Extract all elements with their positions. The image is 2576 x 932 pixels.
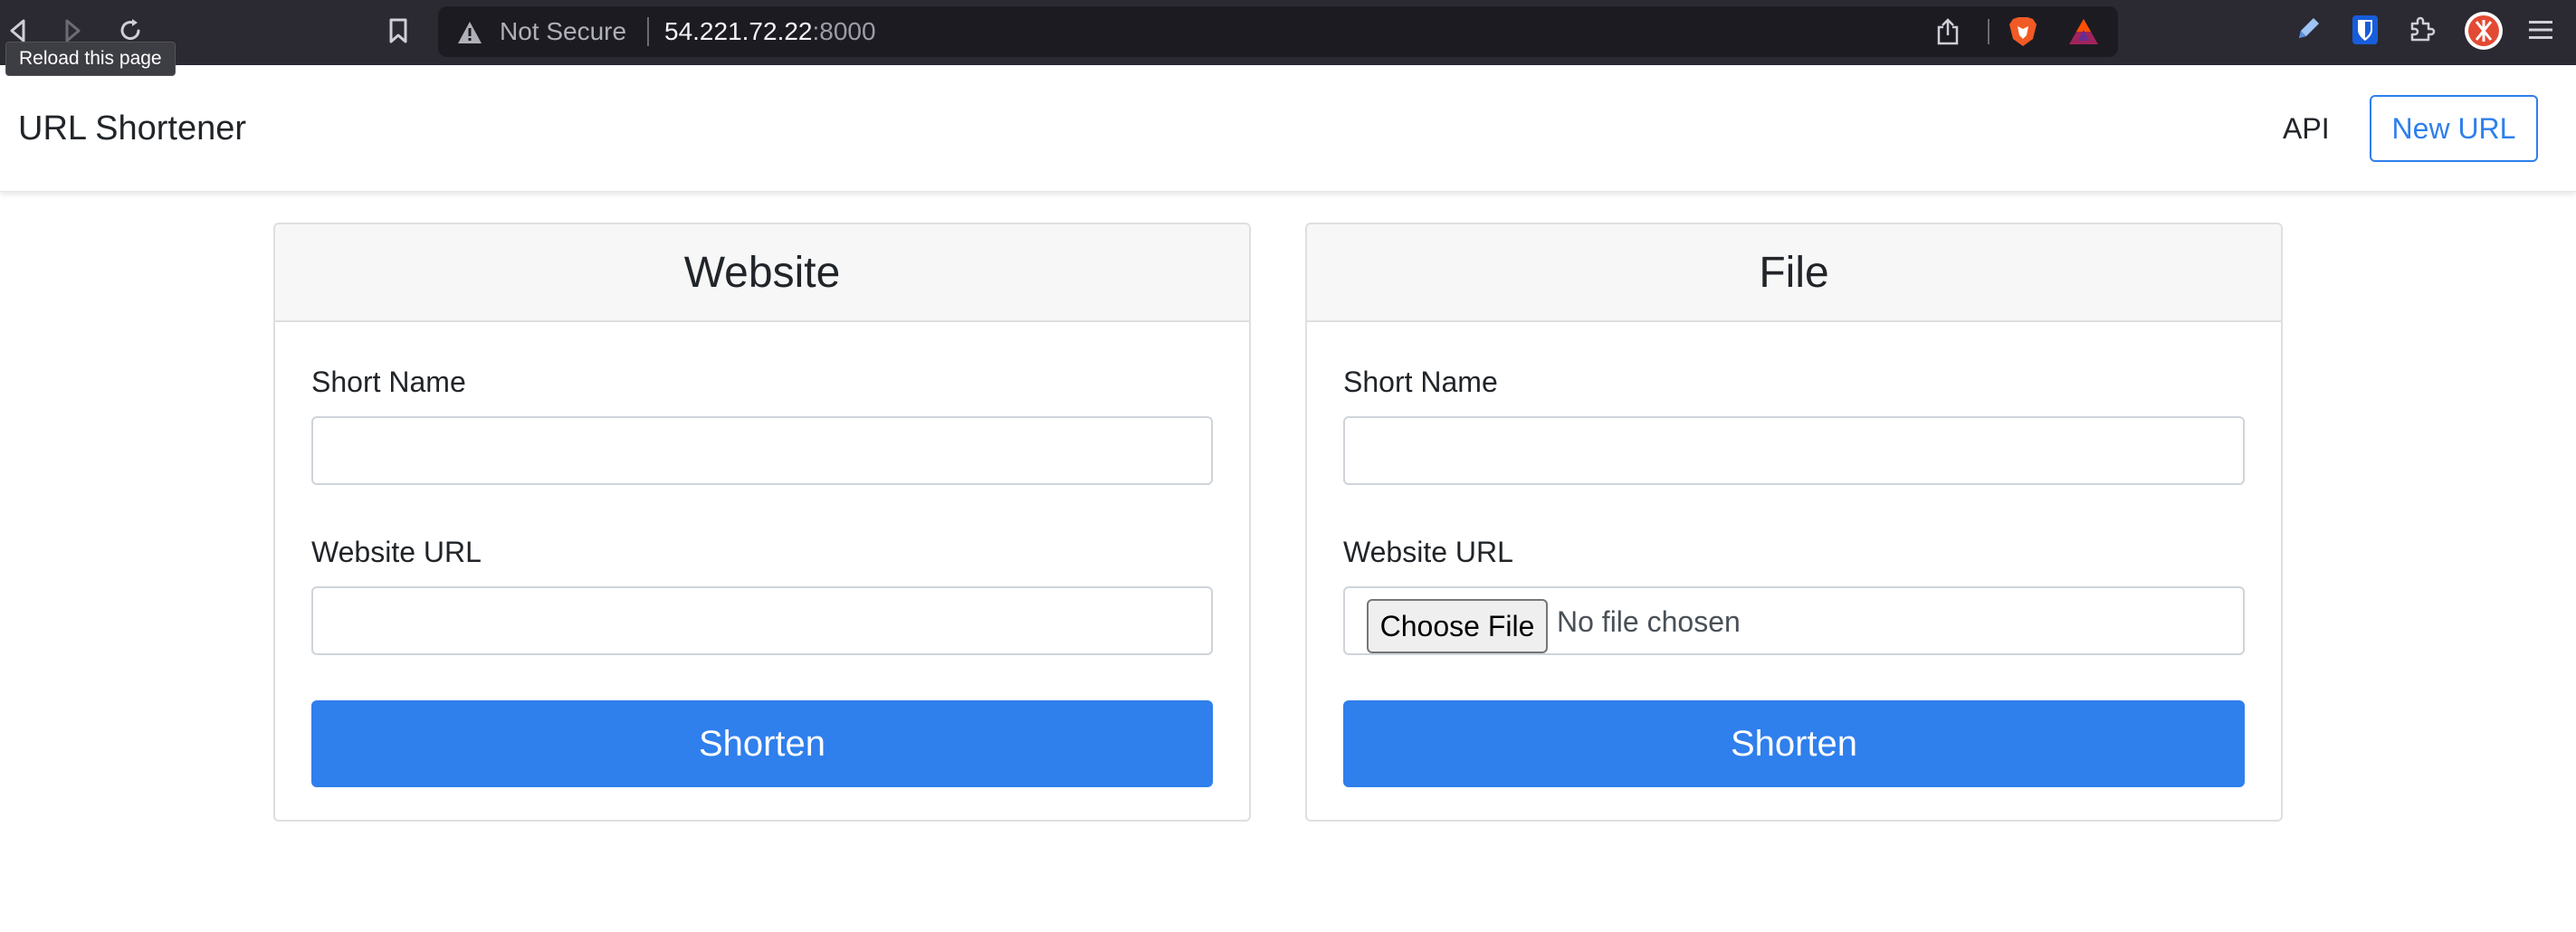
address-url[interactable]: 54.221.72.22:8000 [664, 18, 876, 45]
bitwarden-shield-icon[interactable] [2352, 14, 2379, 50]
hamburger-menu-icon[interactable] [2527, 18, 2554, 46]
pen-extension-icon[interactable] [2294, 14, 2323, 48]
reload-tooltip: Reload this page [5, 42, 176, 76]
address-bar[interactable]: Not Secure 54.221.72.22:8000 [438, 6, 2118, 57]
brave-rewards-icon[interactable] [2067, 17, 2100, 51]
file-input[interactable]: Choose File No file chosen [1343, 586, 2245, 655]
browser-toolbar: Not Secure 54.221.72.22:8000 [0, 0, 2576, 65]
brave-lion-icon[interactable] [2008, 15, 2038, 52]
security-status[interactable]: Not Secure [500, 18, 626, 45]
website-url-label: Website URL [311, 536, 482, 568]
website-card: Website Short Name Website URL Shorten [273, 223, 1251, 822]
warning-triangle-icon[interactable] [456, 20, 483, 50]
website-short-name-input[interactable] [311, 416, 1213, 485]
website-shorten-button[interactable]: Shorten [311, 700, 1213, 787]
app-navbar: URL Shortener API New URL [0, 65, 2576, 192]
file-card-title: File [1307, 224, 2281, 322]
file-short-name-input[interactable] [1343, 416, 2245, 485]
file-status-text: No file chosen [1557, 605, 1741, 638]
file-card: File Short Name Website URL Choose File … [1305, 223, 2283, 822]
website-card-title: Website [275, 224, 1249, 322]
address-separator-2 [1988, 19, 1989, 44]
profile-avatar-icon[interactable] [2464, 11, 2504, 55]
address-separator [647, 17, 649, 46]
choose-file-button[interactable]: Choose File [1367, 599, 1548, 653]
file-url-label: Website URL [1343, 536, 1513, 568]
short-name-label: Short Name [311, 366, 466, 398]
url-host: 54.221.72.22 [664, 17, 813, 45]
share-icon[interactable] [1935, 17, 1961, 51]
website-url-input[interactable] [311, 586, 1213, 655]
file-shorten-button[interactable]: Shorten [1343, 700, 2245, 787]
api-link[interactable]: API [2283, 110, 2330, 147]
url-port: :8000 [812, 17, 876, 45]
bookmark-icon[interactable] [380, 13, 416, 49]
new-url-button[interactable]: New URL [2370, 95, 2538, 162]
brand-title[interactable]: URL Shortener [18, 109, 246, 148]
puzzle-piece-icon[interactable] [2408, 14, 2437, 48]
short-name-label: Short Name [1343, 366, 1498, 398]
